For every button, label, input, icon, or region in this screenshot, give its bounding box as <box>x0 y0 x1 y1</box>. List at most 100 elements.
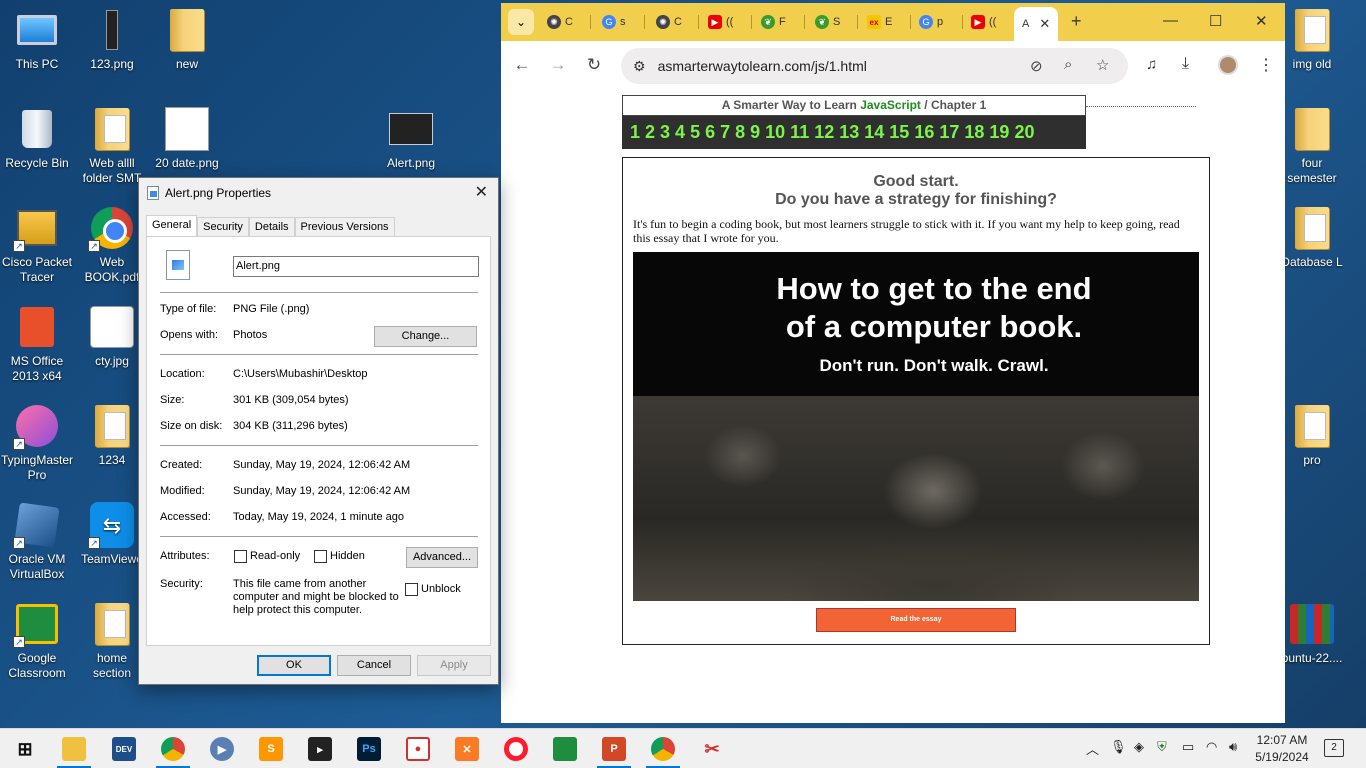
change-button[interactable]: Change... <box>374 326 477 347</box>
browser-tab[interactable]: G p <box>919 11 943 33</box>
minimize-button[interactable]: — <box>1163 12 1178 29</box>
taskbar-chrome-profile[interactable] <box>651 737 675 761</box>
taskbar-classroom[interactable] <box>553 737 577 761</box>
chapter-link[interactable]: 4 <box>675 122 685 143</box>
chapter-link[interactable]: 16 <box>914 122 934 143</box>
browser-tab-active[interactable]: A ✕ <box>1014 7 1059 41</box>
ok-button[interactable]: OK <box>257 655 331 676</box>
security-shield-icon[interactable]: ⛨ <box>1157 739 1167 755</box>
address-bar[interactable]: ⚙ asmarterwaytolearn.com/js/1.html ⊘ ⌕ ☆ <box>621 48 1128 84</box>
browser-tab[interactable]: ▶ (( <box>971 11 996 33</box>
maximize-button[interactable]: ☐ <box>1209 12 1222 30</box>
chapter-link[interactable]: 11 <box>790 122 809 143</box>
desktop-icon-google-classroom[interactable]: ↗ Google Classroom <box>0 602 76 681</box>
filename-field[interactable]: Alert.png <box>233 256 479 277</box>
chapter-link[interactable]: 14 <box>864 122 884 143</box>
zoom-icon[interactable]: ⌕ <box>1064 56 1072 73</box>
media-controls-icon[interactable]: ♫ <box>1146 56 1157 73</box>
tab-security[interactable]: Security <box>197 217 249 237</box>
desktop-icon-web-folder[interactable]: Web allll folder SMT <box>73 107 151 186</box>
tab-previous-versions[interactable]: Previous Versions <box>294 217 395 237</box>
readonly-checkbox[interactable] <box>234 550 247 563</box>
chapter-link[interactable]: 2 <box>645 122 655 143</box>
site-info-icon[interactable]: ⚙ <box>633 58 646 75</box>
location-icon[interactable]: ◈ <box>1134 739 1144 755</box>
browser-tab[interactable]: ▶ (( <box>708 11 733 33</box>
chapter-link[interactable]: 9 <box>750 122 760 143</box>
reload-button[interactable]: ↻ <box>583 55 605 75</box>
essay-banner-image[interactable]: How to get to the end of a computer book… <box>633 252 1199 601</box>
taskbar-powerpoint[interactable]: P <box>602 737 626 761</box>
desktop-icon-recycle-bin[interactable]: Recycle Bin <box>0 107 76 171</box>
tab-search-button[interactable]: ⌄ <box>508 9 534 35</box>
camera-off-icon[interactable]: ⊘ <box>1030 57 1043 75</box>
browser-tab[interactable]: ✺ C <box>656 11 682 33</box>
cancel-button[interactable]: Cancel <box>337 655 411 676</box>
profile-avatar[interactable] <box>1218 55 1238 75</box>
tab-close-icon[interactable]: ✕ <box>1039 16 1050 32</box>
chapter-link[interactable]: 6 <box>705 122 715 143</box>
download-icon[interactable]: ⤓ <box>1182 55 1189 73</box>
url-text[interactable]: asmarterwaytolearn.com/js/1.html <box>658 58 867 74</box>
taskbar-photoshop[interactable]: Ps <box>357 737 381 761</box>
chapter-link[interactable]: 13 <box>839 122 859 143</box>
taskbar-screen-recorder[interactable]: ● <box>406 737 430 761</box>
desktop-icon-new[interactable]: new <box>148 8 226 72</box>
chapter-link[interactable]: 7 <box>720 122 730 143</box>
wifi-icon[interactable]: ◠ <box>1206 739 1217 755</box>
taskbar-devcpp[interactable]: DEV <box>112 737 136 761</box>
desktop-icon-20-date[interactable]: 20 date.png <box>148 107 226 171</box>
browser-tab[interactable]: ❦ S <box>815 11 840 33</box>
desktop-icon-virtualbox[interactable]: ↗ Oracle VM VirtualBox <box>0 502 76 582</box>
dialog-close-button[interactable]: ✕ <box>475 182 488 202</box>
taskbar-xampp[interactable]: ✕ <box>455 737 479 761</box>
browser-tab[interactable]: G s <box>602 11 626 33</box>
new-tab-button[interactable]: + <box>1071 11 1082 32</box>
desktop-icon-cisco[interactable]: ↗ Cisco Packet Tracer <box>0 206 76 285</box>
start-button[interactable]: ⊞ <box>13 737 37 761</box>
apply-button[interactable]: Apply <box>417 655 491 676</box>
desktop-icon-ms-office[interactable]: MS Office 2013 x64 <box>0 305 76 384</box>
browser-tab[interactable]: ✺ C <box>547 11 573 33</box>
chapter-link[interactable]: 1 <box>630 122 640 143</box>
chapter-link[interactable]: 15 <box>889 122 909 143</box>
chapter-link[interactable]: 3 <box>660 122 670 143</box>
tray-overflow-icon[interactable]: ︿ <box>1086 739 1099 758</box>
bookmark-star-icon[interactable]: ☆ <box>1096 56 1109 74</box>
taskbar-terminal[interactable]: ▸ <box>308 737 332 761</box>
chapter-link[interactable]: 5 <box>690 122 700 143</box>
system-clock[interactable]: 12:07 AM 5/19/2024 <box>1250 732 1314 766</box>
taskbar-sublime[interactable]: S <box>259 737 283 761</box>
chapter-link[interactable]: 12 <box>814 122 834 143</box>
read-essay-button[interactable]: Read the essay <box>816 608 1016 632</box>
back-button[interactable]: ← <box>511 55 533 75</box>
advanced-button[interactable]: Advanced... <box>406 547 478 568</box>
battery-icon[interactable]: ▭ <box>1182 739 1194 755</box>
tab-details[interactable]: Details <box>248 217 295 237</box>
browser-tab[interactable]: ❦ F <box>761 11 786 33</box>
desktop-icon-typingmaster[interactable]: ↗ TypingMaster Pro <box>0 404 76 483</box>
unblock-checkbox[interactable] <box>405 583 418 596</box>
volume-icon[interactable]: 🔊︎ <box>1229 739 1237 755</box>
desktop-icon-123-png[interactable]: 123.png <box>73 8 151 72</box>
taskbar-opera[interactable] <box>504 737 528 761</box>
notification-center-button[interactable]: 2 <box>1324 739 1344 757</box>
browser-tab[interactable]: ex E <box>867 11 892 33</box>
chapter-link[interactable]: 8 <box>735 122 745 143</box>
microphone-icon[interactable]: 🎙︎ <box>1110 739 1127 755</box>
desktop-icon-this-pc[interactable]: This PC <box>0 8 76 72</box>
chapter-link[interactable]: 20 <box>1014 122 1034 143</box>
desktop-icon-alert-png[interactable]: Alert.png <box>372 107 450 171</box>
tab-general[interactable]: General <box>146 215 198 237</box>
hidden-checkbox[interactable] <box>314 550 327 563</box>
forward-button[interactable]: → <box>547 55 569 75</box>
chapter-link[interactable]: 10 <box>765 122 785 143</box>
close-window-button[interactable]: ✕ <box>1255 12 1268 30</box>
chapter-link[interactable]: 19 <box>989 122 1009 143</box>
taskbar-file-explorer[interactable] <box>62 737 86 761</box>
taskbar-chrome[interactable] <box>161 737 185 761</box>
taskbar-snipping-tool[interactable]: ✂ <box>700 737 724 761</box>
chapter-link[interactable]: 17 <box>939 122 959 143</box>
more-menu-icon[interactable]: ⋮ <box>1258 55 1274 75</box>
taskbar-media-player[interactable]: ▶ <box>210 737 234 761</box>
